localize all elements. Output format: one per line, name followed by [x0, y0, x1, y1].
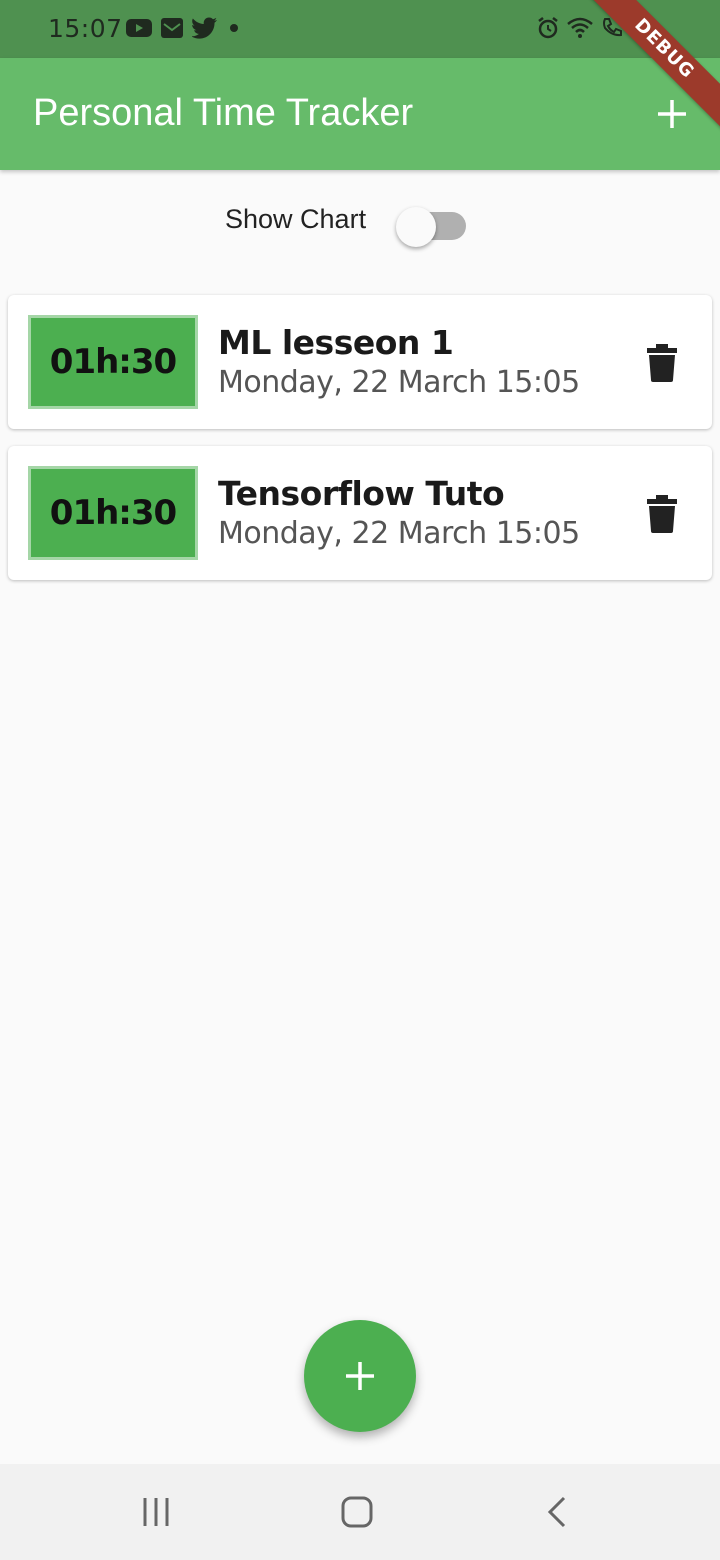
delete-button[interactable]	[636, 337, 688, 389]
app-bar: Personal Time Tracker	[0, 58, 720, 170]
switch-thumb	[396, 207, 436, 247]
duration-badge: 01h:30	[28, 315, 198, 409]
recent-apps-icon	[143, 1498, 169, 1526]
page-title: Personal Time Tracker	[33, 92, 414, 134]
trash-icon	[647, 495, 677, 533]
trash-icon	[647, 344, 677, 382]
alarm-icon	[538, 17, 558, 39]
back-icon	[547, 1496, 566, 1528]
dot-icon	[230, 24, 238, 32]
duration-badge: 01h:30	[28, 466, 198, 560]
entry-title: ML lesseon 1	[218, 323, 454, 362]
plus-icon	[346, 1362, 374, 1390]
entry-date: Monday, 22 March 15:05	[218, 516, 580, 551]
wifi-icon	[567, 17, 593, 38]
twitter-icon	[192, 17, 217, 39]
chart-toggle-row: Show Chart	[0, 190, 720, 250]
home-button[interactable]	[327, 1486, 387, 1538]
status-notification-icons	[126, 17, 242, 39]
plus-icon	[658, 100, 686, 128]
chart-toggle-label: Show Chart	[225, 204, 367, 234]
status-time: 15:07	[48, 14, 123, 43]
home-icon	[341, 1496, 373, 1528]
list-item: 01h:30 ML lesseon 1 Monday, 22 March 15:…	[8, 295, 712, 429]
entry-title: Tensorflow Tuto	[218, 474, 505, 513]
entry-date: Monday, 22 March 15:05	[218, 365, 580, 400]
back-button[interactable]	[528, 1486, 588, 1538]
list-item: 01h:30 Tensorflow Tuto Monday, 22 March …	[8, 446, 712, 580]
delete-button[interactable]	[636, 488, 688, 540]
email-icon	[161, 18, 183, 38]
show-chart-switch[interactable]	[396, 198, 472, 247]
youtube-icon	[126, 19, 152, 37]
fab-add-button[interactable]	[304, 1320, 416, 1432]
recent-apps-button[interactable]	[126, 1486, 186, 1538]
system-nav-bar	[0, 1464, 720, 1560]
